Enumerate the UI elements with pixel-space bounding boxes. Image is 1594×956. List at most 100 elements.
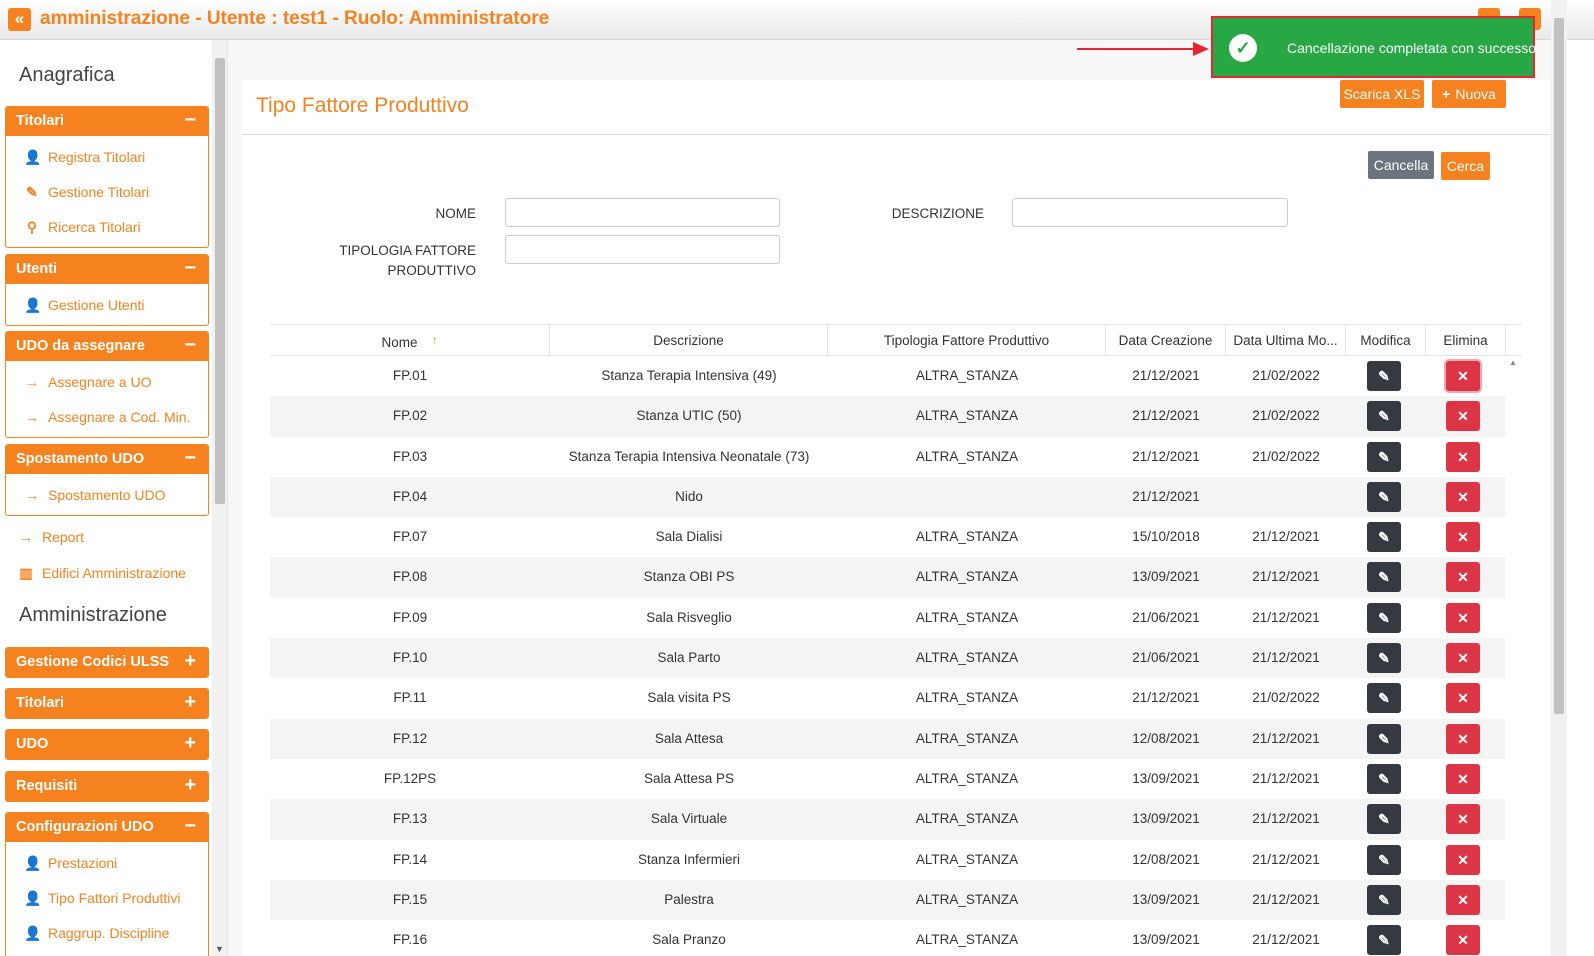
close-icon: ✕: [1457, 368, 1469, 384]
close-icon: ✕: [1457, 770, 1469, 787]
cell-nome: FP.12: [392, 730, 428, 746]
search-button[interactable]: Cerca: [1441, 152, 1490, 180]
delete-button[interactable]: ✕: [1446, 804, 1480, 835]
panel-udo: UDO +: [5, 729, 209, 760]
delete-button[interactable]: ✕: [1446, 763, 1480, 794]
edit-button[interactable]: ✎: [1367, 643, 1401, 674]
delete-button[interactable]: ✕: [1446, 441, 1480, 472]
cell-nome: FP.15: [392, 891, 428, 907]
nome-input[interactable]: [505, 198, 780, 227]
panel-header-spostamento-udo[interactable]: Spostamento UDO −: [6, 445, 208, 474]
panel-header-requisiti[interactable]: Requisiti +: [6, 772, 208, 801]
expand-icon[interactable]: +: [184, 648, 196, 675]
edit-button[interactable]: ✎: [1367, 562, 1401, 593]
collapse-icon[interactable]: −: [184, 813, 196, 840]
sidebar-link-edifici[interactable]: ▥ Edifici Amministrazione: [18, 565, 186, 582]
scroll-down-arrow-icon[interactable]: ▼: [215, 944, 224, 954]
cancel-button[interactable]: Cancella: [1368, 151, 1434, 179]
table-row: FP.08 Stanza OBI PS ALTRA_STANZA 13/09/2021…: [270, 557, 1522, 598]
sidebar-item-tipo-fattori-produttivi[interactable]: 👤 Tipo Fattori Produttivi: [6, 881, 208, 916]
column-header-tipologia[interactable]: Tipologia Fattore Produttivo: [828, 325, 1106, 356]
sidebar-item-raggrup-discipline[interactable]: 👤 Raggrup. Discipline: [6, 916, 208, 951]
edit-icon: ✎: [1378, 690, 1390, 707]
edit-button[interactable]: ✎: [1367, 763, 1401, 794]
column-header-nome[interactable]: Nome ↑: [270, 325, 550, 356]
delete-button[interactable]: ✕: [1446, 481, 1480, 512]
edit-button[interactable]: ✎: [1367, 683, 1401, 714]
success-toast[interactable]: ✓ Cancellazione completata con successo: [1211, 16, 1536, 78]
delete-button[interactable]: ✕: [1446, 723, 1480, 754]
close-icon: ✕: [1457, 448, 1469, 465]
cell-tipologia: ALTRA_STANZA: [915, 932, 1019, 948]
edit-button[interactable]: ✎: [1367, 884, 1401, 915]
arrow-right-icon: →: [25, 374, 39, 390]
expand-icon[interactable]: +: [184, 772, 196, 799]
sidebar-scrollbar[interactable]: ▼: [212, 40, 227, 956]
delete-button[interactable]: ✕: [1446, 643, 1480, 674]
sidebar-scrollbar-thumb[interactable]: [215, 58, 225, 504]
panel-header-titolari[interactable]: Titolari −: [6, 107, 208, 136]
cell-tipologia: ALTRA_STANZA: [915, 891, 1019, 907]
edit-button[interactable]: ✎: [1367, 522, 1401, 553]
download-xls-button[interactable]: Scarica XLS: [1340, 80, 1424, 108]
sidebar-link-report[interactable]: → Report: [18, 529, 84, 545]
delete-button[interactable]: ✕: [1446, 884, 1480, 915]
edit-button[interactable]: ✎: [1367, 361, 1401, 391]
panel-title: Titolari: [16, 695, 65, 711]
edit-button[interactable]: ✎: [1367, 481, 1401, 512]
edit-button[interactable]: ✎: [1367, 723, 1401, 754]
tipologia-input[interactable]: [505, 235, 780, 264]
sidebar-item-registra-titolari[interactable]: 👤 Registra Titolari: [6, 140, 208, 175]
sidebar-item-gestione-utenti[interactable]: 👤 Gestione Utenti: [6, 288, 208, 323]
sidebar-item-assegnare-cod-min[interactable]: → Assegnare a Cod. Min.: [6, 400, 208, 435]
edit-button[interactable]: ✎: [1367, 401, 1401, 432]
edit-button[interactable]: ✎: [1367, 602, 1401, 633]
panel-header-utenti[interactable]: Utenti −: [6, 255, 208, 284]
edit-button[interactable]: ✎: [1367, 844, 1401, 875]
sidebar-item-label: Ricerca Titolari: [48, 219, 141, 235]
collapse-icon[interactable]: −: [184, 445, 196, 472]
scroll-up-arrow-icon[interactable]: ▲: [1509, 358, 1517, 367]
page-scrollbar[interactable]: [1551, 0, 1567, 956]
delete-button[interactable]: ✕: [1446, 925, 1480, 956]
delete-button[interactable]: ✕: [1446, 844, 1480, 875]
panel-header-admin-titolari[interactable]: Titolari +: [6, 689, 208, 718]
panel-header-udo[interactable]: UDO +: [6, 730, 208, 759]
delete-button[interactable]: ✕: [1446, 401, 1480, 432]
delete-button[interactable]: ✕: [1446, 361, 1480, 391]
table-row: FP.11 Sala visita PS ALTRA_STANZA 21/12/202…: [270, 678, 1522, 718]
delete-button[interactable]: ✕: [1446, 602, 1480, 633]
sidebar-item-ricerca-titolari[interactable]: ⚲ Ricerca Titolari: [6, 210, 208, 245]
descrizione-input[interactable]: [1012, 198, 1288, 227]
collapse-sidebar-button[interactable]: «: [8, 8, 31, 31]
sidebar-item-gestione-titolari[interactable]: ✎ Gestione Titolari: [6, 175, 208, 210]
panel-header-configurazioni-udo[interactable]: Configurazioni UDO −: [6, 813, 208, 842]
page-scrollbar-thumb[interactable]: [1554, 18, 1564, 714]
column-header-data-ultima-modifica[interactable]: Data Ultima Mo...: [1226, 325, 1346, 356]
column-header-descrizione[interactable]: Descrizione: [550, 325, 828, 356]
collapse-icon[interactable]: −: [184, 255, 196, 282]
edit-button[interactable]: ✎: [1367, 925, 1401, 956]
cell-data-ultima-modifica: [1226, 477, 1346, 517]
sidebar-item-prestazioni[interactable]: 👤 Prestazioni: [6, 846, 208, 881]
table-body: FP.01 Stanza Terapia Intensiva (49) ALTRA_…: [270, 356, 1522, 956]
collapse-icon[interactable]: −: [184, 107, 196, 134]
sidebar-item-assegnare-uo[interactable]: → Assegnare a UO: [6, 365, 208, 400]
delete-button[interactable]: ✕: [1446, 522, 1480, 553]
expand-icon[interactable]: +: [184, 689, 196, 716]
panel-header-udo-da-assegnare[interactable]: UDO da assegnare −: [6, 332, 208, 361]
expand-icon[interactable]: +: [184, 730, 196, 757]
panel-header-gestione-codici-ulss[interactable]: Gestione Codici ULSS +: [6, 648, 208, 677]
table-row: FP.04 Nido 21/12/2021 ✎ ✕: [270, 476, 1522, 518]
table-scrollbar[interactable]: ▲: [1505, 356, 1522, 956]
collapse-icon[interactable]: −: [184, 332, 196, 359]
edit-button[interactable]: ✎: [1367, 441, 1401, 472]
new-button[interactable]: + Nuova: [1432, 80, 1506, 108]
sidebar-item-spostamento-udo[interactable]: → Spostamento UDO: [6, 478, 208, 513]
tipologia-label-line2: PRODUTTIVO: [387, 263, 476, 278]
cell-nome: FP.16: [392, 932, 428, 948]
delete-button[interactable]: ✕: [1446, 562, 1480, 593]
column-header-data-creazione[interactable]: Data Creazione: [1106, 325, 1226, 356]
edit-button[interactable]: ✎: [1367, 804, 1401, 835]
delete-button[interactable]: ✕: [1446, 683, 1480, 714]
